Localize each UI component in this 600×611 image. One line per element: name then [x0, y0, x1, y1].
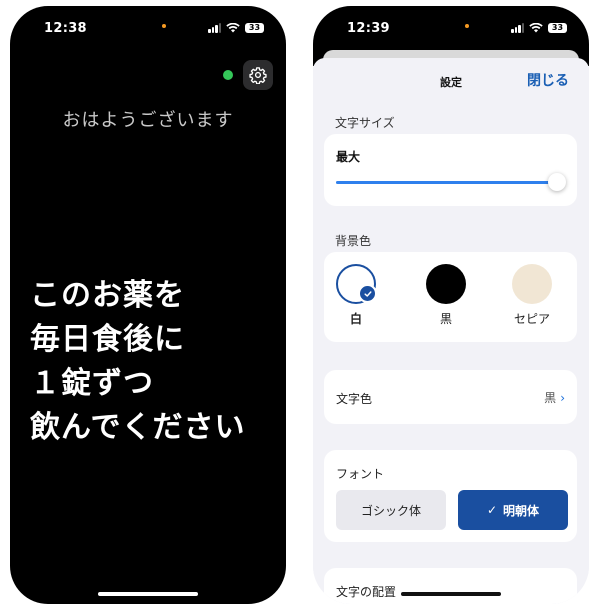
settings-button[interactable] — [243, 60, 273, 90]
wifi-icon — [529, 23, 543, 33]
bg-option-sepia[interactable]: セピア — [502, 264, 562, 327]
wifi-icon — [226, 23, 240, 33]
message-line: 飲んでください — [30, 410, 246, 445]
white-swatch[interactable] — [336, 264, 377, 304]
reading-screen: 12:38 33 おはようございます このお薬を 毎日食後に １錠ずつ 飲んでく… — [10, 6, 286, 604]
battery-icon: 33 — [548, 23, 567, 33]
check-icon: ✓ — [486, 503, 498, 517]
font-label: フォント — [336, 467, 385, 481]
text-size-value: 最大 — [336, 150, 361, 164]
status-bar: 12:38 33 — [10, 6, 286, 50]
medication-message: このお薬を 毎日食後に １錠ずつ 飲んでください — [30, 274, 282, 450]
font-card: フォント ゴシック体 ✓ 明朝体 — [324, 450, 577, 542]
camera-indicator-icon — [465, 24, 469, 28]
text-size-slider[interactable] — [336, 173, 566, 191]
swatch-label: セピア — [513, 312, 550, 326]
text-color-label: 文字色 — [336, 392, 373, 406]
chevron-right-icon: › — [560, 391, 565, 405]
font-option-label: 明朝体 — [503, 503, 540, 518]
font-option-mincho[interactable]: ✓ 明朝体 — [458, 490, 568, 530]
slider-thumb[interactable] — [547, 173, 566, 191]
close-button[interactable]: 閉じる — [527, 70, 569, 90]
status-icons: 33 — [511, 23, 567, 33]
bg-option-black[interactable]: 黒 — [416, 264, 476, 327]
alignment-section-label: 文字の配置 — [336, 585, 397, 599]
text-size-section-label: 文字サイズ — [335, 116, 395, 130]
alignment-card: 文字の配置 — [324, 568, 577, 604]
signal-icon — [511, 23, 524, 33]
selected-check-icon — [358, 284, 377, 303]
settings-screen: 12:39 33 設定 閉じる 文字サイズ 最大 背景色 白 黒 セピア 文字色… — [313, 6, 589, 604]
text-color-row[interactable]: 文字色 黒 › — [324, 370, 577, 424]
status-bar: 12:39 33 — [313, 6, 589, 50]
gear-icon — [249, 67, 267, 84]
status-time: 12:38 — [44, 20, 87, 36]
message-line: 毎日食後に — [30, 322, 185, 357]
home-indicator[interactable] — [401, 592, 501, 596]
sepia-swatch[interactable] — [512, 264, 552, 304]
signal-icon — [208, 23, 221, 33]
camera-indicator-icon — [162, 24, 166, 28]
greeting-text: おはようございます — [62, 110, 234, 131]
message-line: １錠ずつ — [30, 366, 154, 401]
black-swatch[interactable] — [426, 264, 466, 304]
status-dot-icon — [223, 70, 233, 80]
status-time: 12:39 — [347, 20, 390, 36]
nav-bar: 設定 閉じる — [313, 58, 589, 102]
home-indicator[interactable] — [98, 592, 198, 596]
battery-icon: 33 — [245, 23, 264, 33]
text-color-value: 黒 — [544, 391, 557, 405]
background-section-label: 背景色 — [335, 234, 372, 248]
status-icons: 33 — [208, 23, 264, 33]
swatch-label: 黒 — [439, 312, 452, 326]
font-option-gothic[interactable]: ゴシック体 — [336, 490, 446, 530]
text-size-card: 最大 — [324, 134, 577, 206]
settings-sheet: 設定 閉じる 文字サイズ 最大 背景色 白 黒 セピア 文字色 黒 › フォント… — [313, 58, 589, 604]
bg-option-white[interactable]: 白 — [326, 264, 386, 327]
background-color-card: 白 黒 セピア — [324, 252, 577, 342]
slider-fill — [336, 181, 557, 184]
swatch-label: 白 — [349, 312, 362, 326]
message-line: このお薬を — [30, 278, 185, 313]
